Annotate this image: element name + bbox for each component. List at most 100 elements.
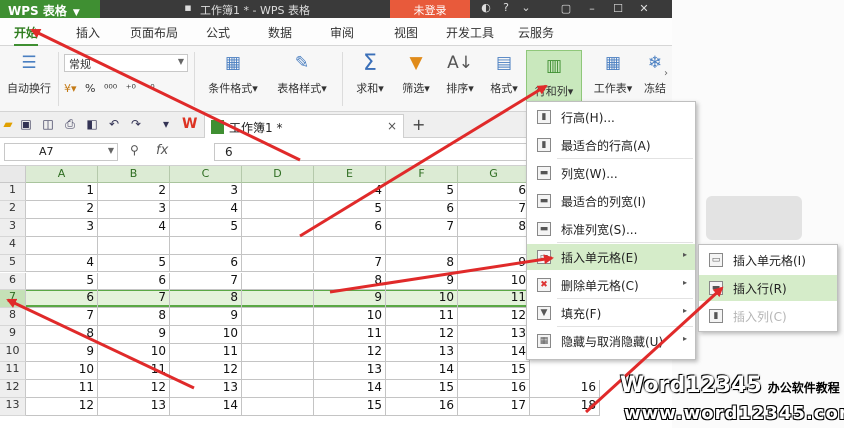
cell-g11[interactable]: 15: [458, 362, 530, 380]
cell-f1[interactable]: 5: [386, 183, 458, 201]
column-header-f[interactable]: F: [386, 166, 458, 183]
cell-a12[interactable]: 11: [26, 379, 98, 398]
cell-f13[interactable]: 16: [386, 397, 458, 416]
cell-a13[interactable]: 12: [26, 397, 98, 416]
cell-g13[interactable]: 17: [458, 397, 530, 416]
sheet-button[interactable]: ▦ 工作表▾: [588, 50, 638, 96]
redo-icon[interactable]: ↷: [128, 117, 144, 133]
column-header-g[interactable]: G: [458, 166, 530, 183]
cell-e9[interactable]: 11: [314, 326, 386, 345]
cell-g7[interactable]: 11: [458, 290, 530, 309]
tab-review[interactable]: 审阅: [330, 24, 354, 41]
number-format-select[interactable]: 常规 ▼: [64, 54, 188, 72]
cell-d5[interactable]: [242, 254, 314, 273]
cell-e3[interactable]: 6: [314, 218, 386, 237]
cell-d6[interactable]: [242, 272, 314, 291]
format-button[interactable]: ▤ 格式▾: [484, 50, 524, 96]
cell-b6[interactable]: 6: [98, 272, 170, 291]
cell-d11[interactable]: [242, 362, 314, 380]
cell-f12[interactable]: 15: [386, 379, 458, 398]
cell-e10[interactable]: 12: [314, 344, 386, 362]
cell-c8[interactable]: 9: [170, 308, 242, 327]
cell-d7[interactable]: [242, 290, 314, 309]
row-header-13[interactable]: 13: [0, 397, 26, 416]
cell-e13[interactable]: 15: [314, 397, 386, 416]
cell-g1[interactable]: 6: [458, 183, 530, 201]
column-header-d[interactable]: D: [242, 166, 314, 183]
fx-button[interactable]: fx: [156, 143, 168, 158]
print-icon[interactable]: ⎙: [62, 117, 78, 133]
cell-a6[interactable]: 5: [26, 272, 98, 291]
cell-a9[interactable]: 8: [26, 326, 98, 345]
formula-input[interactable]: 6: [214, 143, 534, 161]
cell-c7[interactable]: 8: [170, 290, 242, 309]
login-button[interactable]: 未登录: [390, 0, 470, 18]
cell-d12[interactable]: [242, 379, 314, 398]
filter-button[interactable]: ▼ 筛选▾: [396, 50, 436, 96]
cell-a1[interactable]: 1: [26, 183, 98, 201]
open-folder-icon[interactable]: ▰: [0, 117, 16, 133]
cell-b3[interactable]: 4: [98, 218, 170, 237]
tab-developer[interactable]: 开发工具: [446, 24, 494, 41]
cell-b7[interactable]: 7: [98, 290, 170, 309]
document-tab[interactable]: 工作簿1 * ×: [204, 114, 404, 138]
cell-d2[interactable]: [242, 200, 314, 219]
cell-g6[interactable]: 10: [458, 272, 530, 291]
cell-e4[interactable]: [314, 236, 386, 255]
cell-c13[interactable]: 14: [170, 397, 242, 416]
autowrap-button[interactable]: ☰ 自动换行: [4, 50, 54, 96]
currency-icon[interactable]: ¥▾: [64, 82, 77, 95]
chevron-down-icon[interactable]: ⌄: [518, 1, 534, 17]
cell-b1[interactable]: 2: [98, 183, 170, 201]
percent-button[interactable]: %: [85, 82, 95, 95]
cell-a11[interactable]: 10: [26, 362, 98, 380]
undo-icon[interactable]: ↶: [106, 117, 122, 133]
row-header-12[interactable]: 12: [0, 379, 26, 398]
row-header-4[interactable]: 4: [0, 236, 26, 255]
close-icon[interactable]: ✕: [632, 0, 656, 18]
cell-a7[interactable]: 6: [26, 290, 98, 309]
cell-g8[interactable]: 12: [458, 308, 530, 327]
cell-e6[interactable]: 8: [314, 272, 386, 291]
increase-decimal-icon[interactable]: ⁺⁰: [126, 82, 136, 95]
cell-c9[interactable]: 10: [170, 326, 242, 345]
minimize-icon[interactable]: –: [580, 0, 604, 18]
cell-f4[interactable]: [386, 236, 458, 255]
print-preview-icon[interactable]: ◧: [84, 117, 100, 133]
close-tab-icon[interactable]: ×: [387, 119, 397, 133]
tab-formulas[interactable]: 公式: [206, 24, 230, 41]
cell-g5[interactable]: 9: [458, 254, 530, 273]
cell-h12[interactable]: 16: [530, 379, 600, 398]
cell-c1[interactable]: 3: [170, 183, 242, 201]
cell-d8[interactable]: [242, 308, 314, 327]
table-style-button[interactable]: ✎ 表格样式▾: [270, 50, 334, 96]
export-pdf-icon[interactable]: ◫: [40, 117, 56, 133]
row-header-6[interactable]: 6: [0, 272, 26, 291]
save-icon[interactable]: ▣: [18, 117, 34, 133]
cell-e7[interactable]: 9: [314, 290, 386, 309]
cell-d1[interactable]: [242, 183, 314, 201]
cell-f6[interactable]: 9: [386, 272, 458, 291]
cell-a3[interactable]: 3: [26, 218, 98, 237]
cell-a10[interactable]: 9: [26, 344, 98, 362]
cell-c5[interactable]: 6: [170, 254, 242, 273]
cell-a8[interactable]: 7: [26, 308, 98, 327]
cell-c12[interactable]: 13: [170, 379, 242, 398]
menu-item-autofit-col[interactable]: ▬ 最适合的列宽(I): [527, 188, 695, 214]
name-box[interactable]: A7 ▼: [4, 143, 118, 161]
cell-d3[interactable]: [242, 218, 314, 237]
cell-c6[interactable]: 7: [170, 272, 242, 291]
app-menu-button[interactable]: WPS 表格 ▼: [0, 0, 100, 18]
cell-d4[interactable]: [242, 236, 314, 255]
cell-b5[interactable]: 5: [98, 254, 170, 273]
cell-c2[interactable]: 4: [170, 200, 242, 219]
chevron-right-icon[interactable]: ›: [664, 68, 668, 79]
cell-e5[interactable]: 7: [314, 254, 386, 273]
row-header-9[interactable]: 9: [0, 326, 26, 345]
menu-item-autofit-row[interactable]: ▮ 最适合的行高(A): [527, 132, 695, 158]
tab-data[interactable]: 数据: [268, 24, 292, 41]
cell-b8[interactable]: 8: [98, 308, 170, 327]
maximize-icon[interactable]: ☐: [606, 0, 630, 18]
cell-b9[interactable]: 9: [98, 326, 170, 345]
cell-b2[interactable]: 3: [98, 200, 170, 219]
